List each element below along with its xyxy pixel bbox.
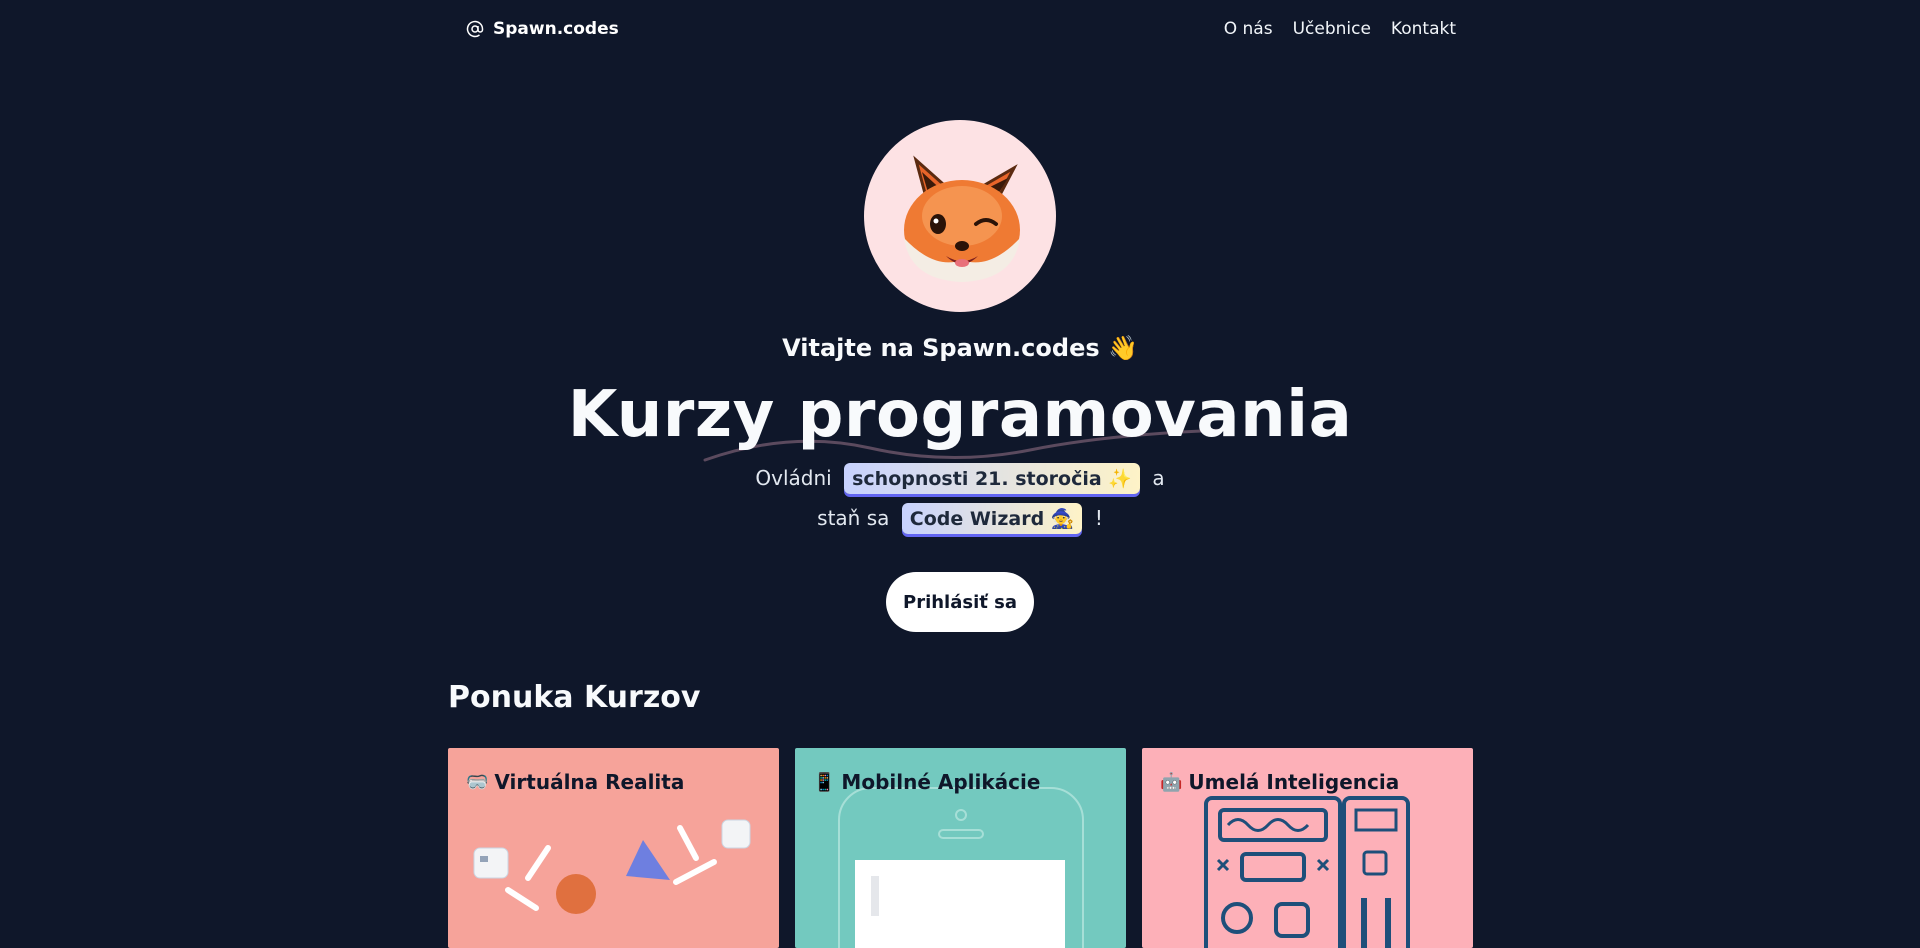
course-card-mobile[interactable]: 📱 Mobilné Aplikácie [795,748,1126,948]
nav-links: O nás Učebnice Kontakt [1224,19,1456,39]
brand-name: Spawn.codes [493,19,619,39]
tagline-text: staň sa [817,506,890,530]
course-cards: 🥽 Virtuálna Realita 📱 Mobilné Aplikácie [448,748,1473,948]
course-card-vr[interactable]: 🥽 Virtuálna Realita [448,748,779,948]
course-card-title: 🥽 Virtuálna Realita [466,770,684,794]
course-label: Umelá Inteligencia [1188,770,1400,794]
avatar-fox [864,120,1056,312]
course-label: Virtuálna Realita [494,770,685,794]
vr-headset-icon: 🥽 [466,771,489,793]
course-label: Mobilné Aplikácie [841,770,1041,794]
courses-section-title: Ponuka Kurzov [448,680,701,715]
robot-icon: 🤖 [1160,771,1183,793]
welcome-text: Vitajte na Spawn.codes 👋 [782,334,1138,362]
tagline-line-1: Ovládni schopnosti 21. storočia ✨ a [0,463,1920,494]
tagline-text: ! [1094,506,1103,530]
top-nav: Spawn.codes O nás Učebnice Kontakt [448,0,1472,58]
code-wizard-chip: Code Wizard 🧙 [901,503,1083,534]
course-card-ai[interactable]: 🤖 Umelá Inteligencia [1142,748,1473,948]
nav-link-o-nas[interactable]: O nás [1224,19,1273,39]
at-sign-icon [466,20,484,38]
fox-icon [904,155,1020,282]
login-button[interactable]: Prihlásiť sa [886,572,1034,632]
brand-link[interactable]: Spawn.codes [466,19,619,39]
nav-link-kontakt[interactable]: Kontakt [1391,19,1456,39]
skills-chip: schopnosti 21. storočia ✨ [844,463,1140,494]
course-card-title: 📱 Mobilné Aplikácie [813,770,1040,794]
mobile-phone-icon: 📱 [813,771,836,793]
tagline-text: Ovládni [755,466,832,490]
nav-link-ucebnice[interactable]: Učebnice [1293,19,1371,39]
tagline-line-2: staň sa Code Wizard 🧙 ! [0,503,1920,534]
course-card-title: 🤖 Umelá Inteligencia [1160,770,1399,794]
page-title: Kurzy programovania [567,378,1353,452]
hero [0,120,1920,312]
tagline-text: a [1152,466,1165,490]
